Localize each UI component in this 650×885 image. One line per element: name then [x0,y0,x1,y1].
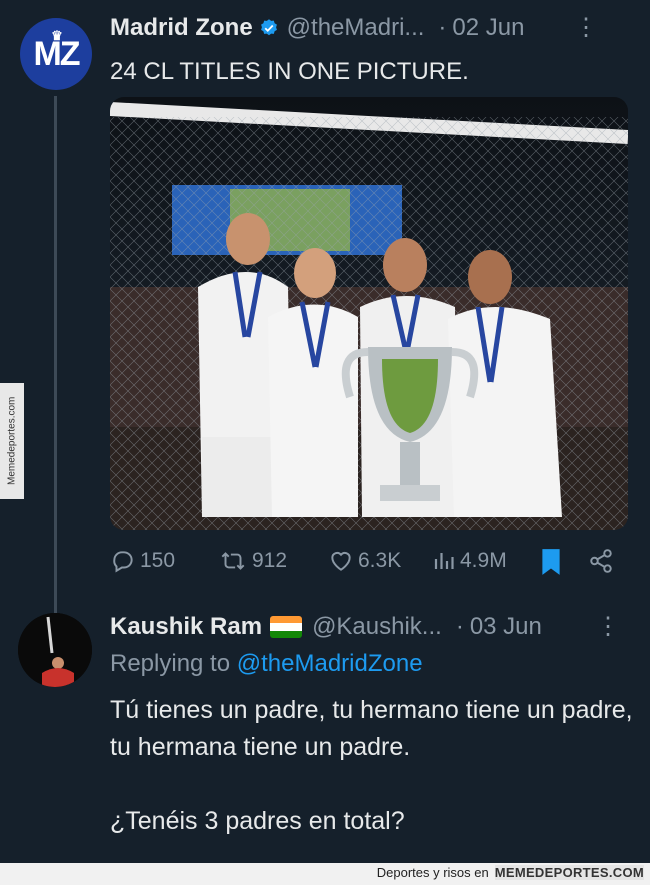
like-button[interactable]: 6.3K [328,548,401,574]
more-options-icon[interactable]: ⋮ [574,16,598,40]
bookmark-button[interactable] [540,548,566,576]
reply-date[interactable]: 03 Jun [470,613,542,641]
reply-header: Kaushik Ram @Kaushik... · 03 Jun ⋮ [110,613,630,641]
separator-dot: · [455,613,464,640]
reply-button[interactable]: 150 [110,548,175,574]
views-count: 4.9M [460,549,507,572]
reply-line-1: Tú tienes un padre, tu hermano tiene un … [110,696,633,761]
bookmark-icon [542,549,560,575]
tweet-text: 24 CL TITLES IN ONE PICTURE. [110,58,469,85]
share-icon [590,549,612,573]
footer-watermark: Deportes y risos en MEMEDEPORTES.COM [377,865,644,880]
tweet-date[interactable]: 02 Jun [452,14,524,42]
reply-author-handle[interactable]: @Kaushik... [312,613,442,641]
kaushik-ram-avatar[interactable] [18,613,92,687]
replying-to: Replying to @theMadridZone [110,650,423,678]
more-options-icon[interactable]: ⋮ [596,615,620,639]
footer-site: MEMEDEPORTES.COM [494,865,644,880]
tweet-header: Madrid Zone @theMadri... · 02 Jun ⋮ [110,14,630,42]
retweet-count: 912 [252,549,288,572]
replying-prefix: Replying to [110,650,231,677]
tweet-action-bar: 150 912 6.3K 4.9M [110,548,620,584]
madrid-zone-avatar[interactable]: ♛ MZ [20,18,92,90]
author-name[interactable]: Madrid Zone [110,14,253,42]
footer-text: Deportes y risos en [376,865,489,880]
trophy-celebration-image [110,97,628,530]
side-watermark: Memedeportes.com [0,383,24,499]
reply-icon [113,551,133,573]
thread-connector-line [54,96,57,614]
share-button[interactable] [588,548,618,574]
verified-badge-icon [260,19,277,36]
reply-text: Tú tienes un padre, tu hermano tiene un … [110,692,640,840]
retweet-icon [221,552,245,570]
avatar-image [18,613,92,687]
tweet-photo[interactable] [110,97,628,530]
crown-icon: ♛ [51,28,63,43]
reply-count: 150 [140,549,176,572]
heart-icon [331,551,351,571]
views-bar-chart-icon [434,553,454,569]
like-count: 6.3K [358,549,402,572]
views-button[interactable]: 4.9M [432,548,507,574]
separator-dot: · [438,14,447,41]
author-handle[interactable]: @theMadri... [287,14,425,42]
replying-mention-link[interactable]: @theMadridZone [237,650,423,677]
reply-author-name[interactable]: Kaushik Ram [110,613,262,641]
reply-line-2: ¿Tenéis 3 padres en total? [110,807,405,835]
india-flag-icon [270,616,303,638]
retweet-button[interactable]: 912 [218,548,287,574]
